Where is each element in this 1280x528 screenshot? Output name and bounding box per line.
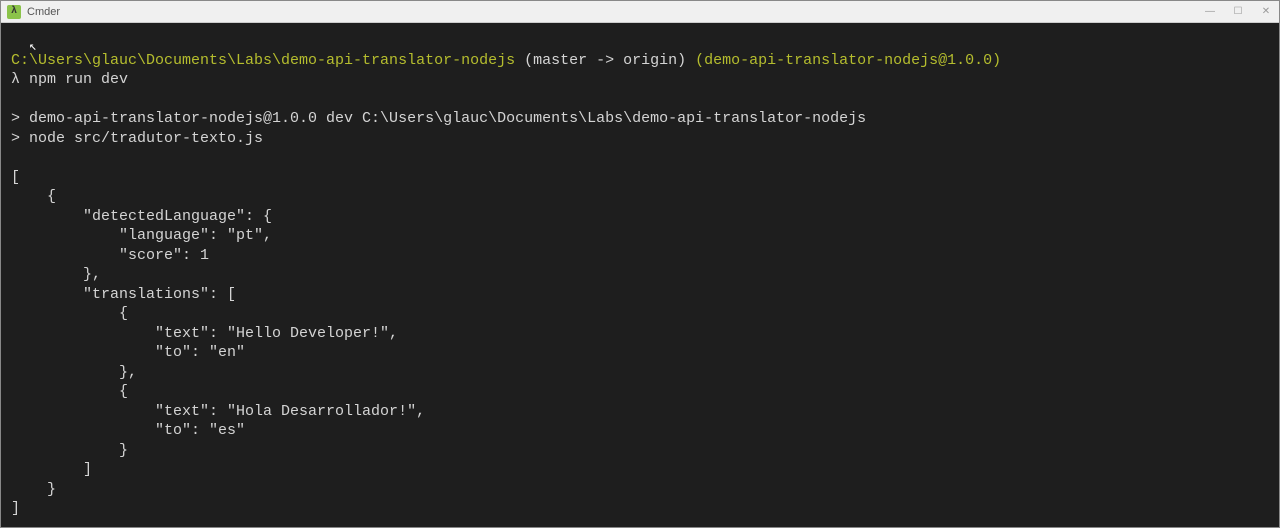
prompt-path: C:\Users\glauc\Documents\Labs\demo-api-t… [11,52,515,69]
json-output: "text": "Hola Desarrollador!", [11,403,425,420]
prompt-branch: (master -> origin) [515,52,695,69]
json-output: "language": "pt", [11,227,272,244]
terminal-window: λ Cmder — ☐ ✕ ↖C:\Users\glauc\Documents\… [0,0,1280,528]
close-button[interactable]: ✕ [1259,6,1273,17]
json-output: "detectedLanguage": { [11,208,272,225]
titlebar[interactable]: λ Cmder — ☐ ✕ [1,1,1279,23]
json-output: } [11,442,128,459]
command-text: npm run dev [29,71,128,88]
json-output: "score": 1 [11,247,209,264]
json-output: { [11,383,128,400]
json-output: ] [11,461,92,478]
json-output: "translations": [ [11,286,236,303]
window-controls: — ☐ ✕ [1203,6,1273,17]
maximize-button[interactable]: ☐ [1231,6,1245,17]
titlebar-left: λ Cmder [7,5,60,19]
json-output: "to": "en" [11,344,245,361]
prompt-package: (demo-api-translator-nodejs@1.0.0) [695,52,1001,69]
app-title: Cmder [27,6,60,18]
terminal-content[interactable]: ↖C:\Users\glauc\Documents\Labs\demo-api-… [1,23,1279,527]
output-line: > node src/tradutor-texto.js [11,130,263,147]
json-output: ] [11,500,20,517]
minimize-button[interactable]: — [1203,6,1217,17]
output-line: > demo-api-translator-nodejs@1.0.0 dev C… [11,110,866,127]
app-icon: λ [7,5,21,19]
json-output: }, [11,364,137,381]
json-output: { [11,188,56,205]
json-output: { [11,305,128,322]
json-output: } [11,481,56,498]
json-output: "text": "Hello Developer!", [11,325,398,342]
json-output: }, [11,266,101,283]
prompt-symbol: λ [11,71,29,88]
json-output: [ [11,169,20,186]
json-output: "to": "es" [11,422,245,439]
